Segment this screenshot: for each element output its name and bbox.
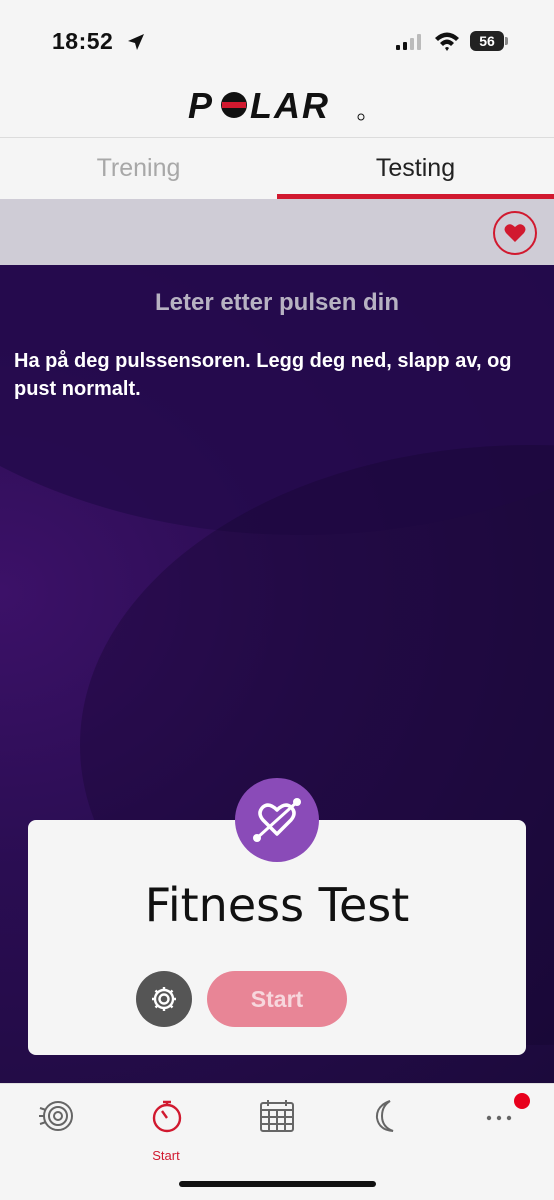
status-bar: 18:52 56 (0, 0, 554, 85)
location-arrow-icon (128, 34, 144, 50)
more-icon (486, 1115, 512, 1121)
settings-button[interactable] (136, 971, 192, 1027)
moon-icon (375, 1100, 394, 1132)
wifi-icon (435, 32, 459, 51)
heart-icon (504, 224, 526, 242)
nav-calendar[interactable] (241, 1098, 311, 1162)
status-time: 18:52 (52, 28, 114, 54)
nav-start-label: Start (152, 1148, 180, 1163)
notification-badge (514, 1093, 530, 1109)
heart-rate-button[interactable] (493, 211, 537, 255)
instruction-text: Ha på deg pulssensoren. Legg deg ned, sl… (14, 350, 512, 400)
tab-bar: Trening Testing (0, 137, 554, 199)
activity-icon (39, 1101, 73, 1131)
polar-logo: P LAR (188, 86, 365, 126)
battery-level: 56 (470, 31, 504, 51)
svg-text:P: P (188, 86, 214, 126)
tab-testing[interactable]: Testing (277, 138, 554, 200)
searching-heart-rate-title: Leter etter pulsen din (154, 289, 400, 316)
calendar-icon (260, 1100, 294, 1132)
svg-text:LAR: LAR (250, 86, 330, 126)
tab-trening[interactable]: Trening (0, 138, 277, 200)
cellular-signal-icon (396, 34, 421, 50)
start-button[interactable]: Start (207, 971, 347, 1027)
nav-sleep[interactable] (350, 1098, 420, 1162)
battery-icon: 56 (470, 31, 508, 51)
gear-icon (152, 987, 176, 1011)
card-title: Fitness Test (144, 878, 410, 932)
fitness-test-icon (235, 778, 319, 862)
nav-start[interactable]: Start (131, 1098, 201, 1163)
home-indicator (179, 1181, 376, 1187)
nav-activity[interactable] (20, 1098, 90, 1162)
stopwatch-icon (152, 1100, 182, 1133)
heart-rate-bar (0, 199, 554, 265)
